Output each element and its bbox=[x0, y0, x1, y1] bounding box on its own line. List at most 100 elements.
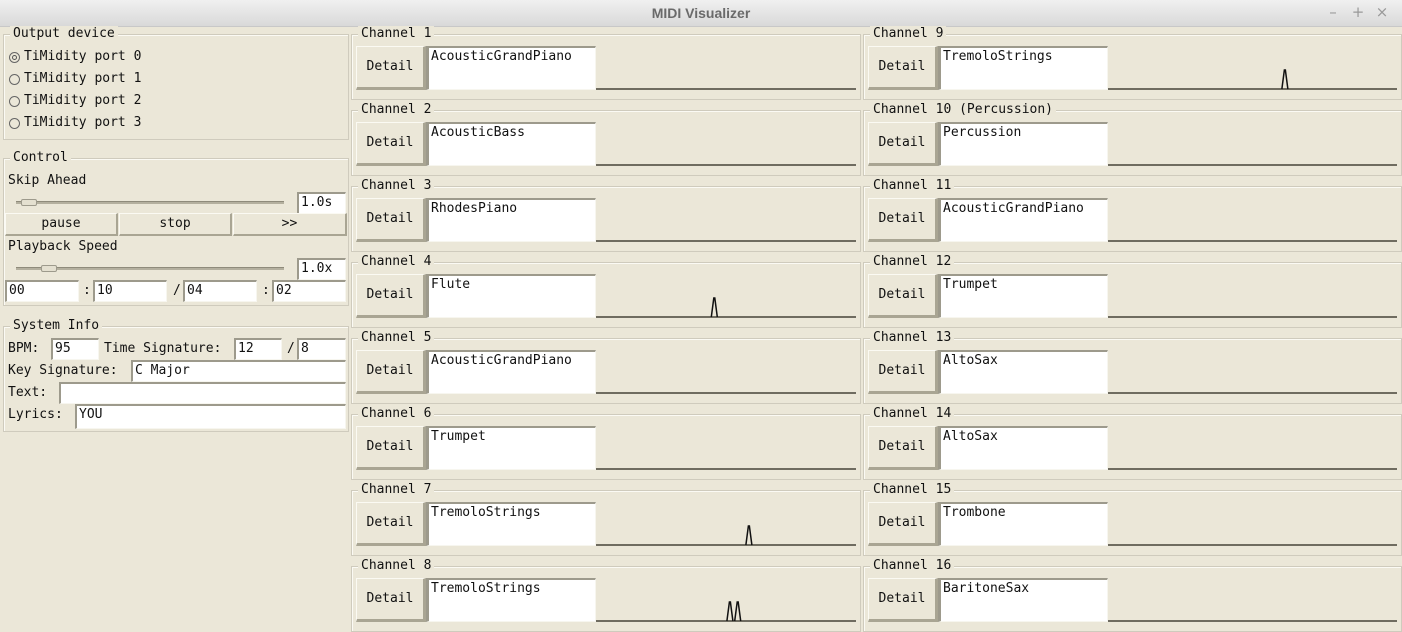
detail-button[interactable]: Detail bbox=[356, 122, 426, 166]
instrument-field[interactable]: TremoloStrings bbox=[426, 502, 596, 546]
close-icon[interactable]: × bbox=[1373, 3, 1391, 21]
radio-port-2[interactable] bbox=[9, 96, 20, 107]
activity-waveform bbox=[596, 468, 856, 470]
port-label[interactable]: TiMidity port 1 bbox=[24, 71, 141, 86]
activity-waveform bbox=[1108, 544, 1397, 546]
instrument-field[interactable]: AltoSax bbox=[938, 350, 1108, 394]
activity-waveform bbox=[1108, 468, 1397, 470]
total-minutes-field[interactable]: 04 bbox=[183, 280, 257, 302]
detail-button[interactable]: Detail bbox=[868, 274, 938, 318]
channel-panel: Channel 5 Detail AcousticGrandPiano bbox=[351, 330, 861, 404]
detail-button[interactable]: Detail bbox=[868, 502, 938, 546]
radio-port-1[interactable] bbox=[9, 74, 20, 85]
instrument-field[interactable]: RhodesPiano bbox=[426, 198, 596, 242]
activity-waveform bbox=[1108, 164, 1397, 166]
instrument-field[interactable]: TremoloStrings bbox=[426, 578, 596, 622]
radio-port-3[interactable] bbox=[9, 118, 20, 129]
detail-button[interactable]: Detail bbox=[356, 350, 426, 394]
output-device-label: Output device bbox=[10, 26, 118, 42]
time-signature-label: Time Signature: bbox=[104, 341, 222, 356]
instrument-field[interactable]: Trumpet bbox=[938, 274, 1108, 318]
bpm-field[interactable]: 95 bbox=[51, 338, 99, 360]
maximize-icon[interactable]: + bbox=[1349, 3, 1367, 21]
channel-panel: Channel 13 Detail AltoSax bbox=[863, 330, 1402, 404]
activity-waveform bbox=[596, 392, 856, 394]
instrument-field[interactable]: AcousticGrandPiano bbox=[426, 350, 596, 394]
channel-panel: Channel 12 Detail Trumpet bbox=[863, 254, 1402, 328]
time-signature-denominator-field[interactable]: 8 bbox=[297, 338, 346, 360]
channel-label: Channel 12 bbox=[870, 254, 955, 270]
bpm-label: BPM: bbox=[8, 341, 40, 356]
minimize-icon[interactable]: – bbox=[1324, 3, 1342, 21]
channel-panel: Channel 10 (Percussion) Detail Percussion bbox=[863, 102, 1402, 176]
activity-waveform bbox=[596, 525, 856, 546]
detail-button[interactable]: Detail bbox=[868, 122, 938, 166]
instrument-field[interactable]: AcousticGrandPiano bbox=[938, 198, 1108, 242]
time-slash: / bbox=[173, 283, 181, 298]
channel-label: Channel 5 bbox=[358, 330, 435, 346]
detail-button[interactable]: Detail bbox=[868, 350, 938, 394]
radio-port-0[interactable] bbox=[9, 52, 20, 63]
activity-waveform bbox=[596, 240, 856, 242]
instrument-field[interactable]: Percussion bbox=[938, 122, 1108, 166]
detail-button[interactable]: Detail bbox=[356, 426, 426, 470]
system-info-label: System Info bbox=[10, 318, 103, 334]
instrument-field[interactable]: TremoloStrings bbox=[938, 46, 1108, 90]
instrument-field[interactable]: AcousticGrandPiano bbox=[426, 46, 596, 90]
stop-button[interactable]: stop bbox=[119, 213, 232, 236]
instrument-field[interactable]: BaritoneSax bbox=[938, 578, 1108, 622]
detail-button[interactable]: Detail bbox=[356, 578, 426, 622]
note-peak bbox=[726, 601, 734, 622]
instrument-field[interactable]: AltoSax bbox=[938, 426, 1108, 470]
detail-button[interactable]: Detail bbox=[356, 198, 426, 242]
key-signature-field[interactable]: C Major bbox=[131, 360, 346, 382]
instrument-field[interactable]: Trumpet bbox=[426, 426, 596, 470]
detail-button[interactable]: Detail bbox=[356, 274, 426, 318]
port-label[interactable]: TiMidity port 2 bbox=[24, 93, 141, 108]
detail-button[interactable]: Detail bbox=[868, 426, 938, 470]
detail-button[interactable]: Detail bbox=[356, 502, 426, 546]
channel-panel: Channel 3 Detail RhodesPiano bbox=[351, 178, 861, 252]
skip-ahead-slider-handle[interactable] bbox=[21, 199, 38, 206]
port-label[interactable]: TiMidity port 3 bbox=[24, 115, 141, 130]
channel-panel: Channel 15 Detail Trombone bbox=[863, 482, 1402, 556]
channel-panel: Channel 11 Detail AcousticGrandPiano bbox=[863, 178, 1402, 252]
channel-label: Channel 10 (Percussion) bbox=[870, 102, 1057, 118]
playback-speed-value-field[interactable]: 1.0x bbox=[297, 258, 346, 280]
channel-panel: Channel 9 Detail TremoloStrings bbox=[863, 26, 1402, 100]
current-seconds-field[interactable]: 10 bbox=[93, 280, 167, 302]
detail-button[interactable]: Detail bbox=[868, 46, 938, 90]
channel-label: Channel 16 bbox=[870, 558, 955, 574]
window-title: MIDI Visualizer bbox=[651, 5, 751, 21]
channel-label: Channel 15 bbox=[870, 482, 955, 498]
detail-button[interactable]: Detail bbox=[868, 198, 938, 242]
instrument-field[interactable]: Flute bbox=[426, 274, 596, 318]
time-signature-numerator-field[interactable]: 12 bbox=[234, 338, 282, 360]
skip-ahead-value-field[interactable]: 1.0s bbox=[297, 192, 346, 214]
activity-waveform bbox=[1108, 69, 1397, 90]
skip-ahead-slider[interactable] bbox=[16, 201, 284, 204]
playback-speed-slider-handle[interactable] bbox=[41, 265, 58, 272]
lyrics-field[interactable]: YOU bbox=[75, 404, 346, 429]
channel-label: Channel 14 bbox=[870, 406, 955, 422]
text-field[interactable] bbox=[59, 382, 346, 404]
channel-panel: Channel 16 Detail BaritoneSax bbox=[863, 558, 1402, 632]
current-minutes-field[interactable]: 00 bbox=[5, 280, 79, 302]
time-signature-slash: / bbox=[287, 341, 295, 356]
note-peak bbox=[745, 525, 753, 546]
detail-button[interactable]: Detail bbox=[356, 46, 426, 90]
pause-button[interactable]: pause bbox=[5, 213, 118, 236]
channel-panel: Channel 4 Detail Flute bbox=[351, 254, 861, 328]
instrument-field[interactable]: Trombone bbox=[938, 502, 1108, 546]
channel-panel: Channel 1 Detail AcousticGrandPiano bbox=[351, 26, 861, 100]
detail-button[interactable]: Detail bbox=[868, 578, 938, 622]
total-seconds-field[interactable]: 02 bbox=[272, 280, 346, 302]
port-label[interactable]: TiMidity port 0 bbox=[24, 49, 141, 64]
activity-waveform bbox=[1108, 316, 1397, 318]
channel-label: Channel 3 bbox=[358, 178, 435, 194]
note-peak bbox=[710, 297, 719, 318]
key-signature-label: Key Signature: bbox=[8, 363, 118, 378]
forward-button[interactable]: >> bbox=[233, 213, 347, 236]
instrument-field[interactable]: AcousticBass bbox=[426, 122, 596, 166]
activity-waveform bbox=[1108, 620, 1397, 622]
